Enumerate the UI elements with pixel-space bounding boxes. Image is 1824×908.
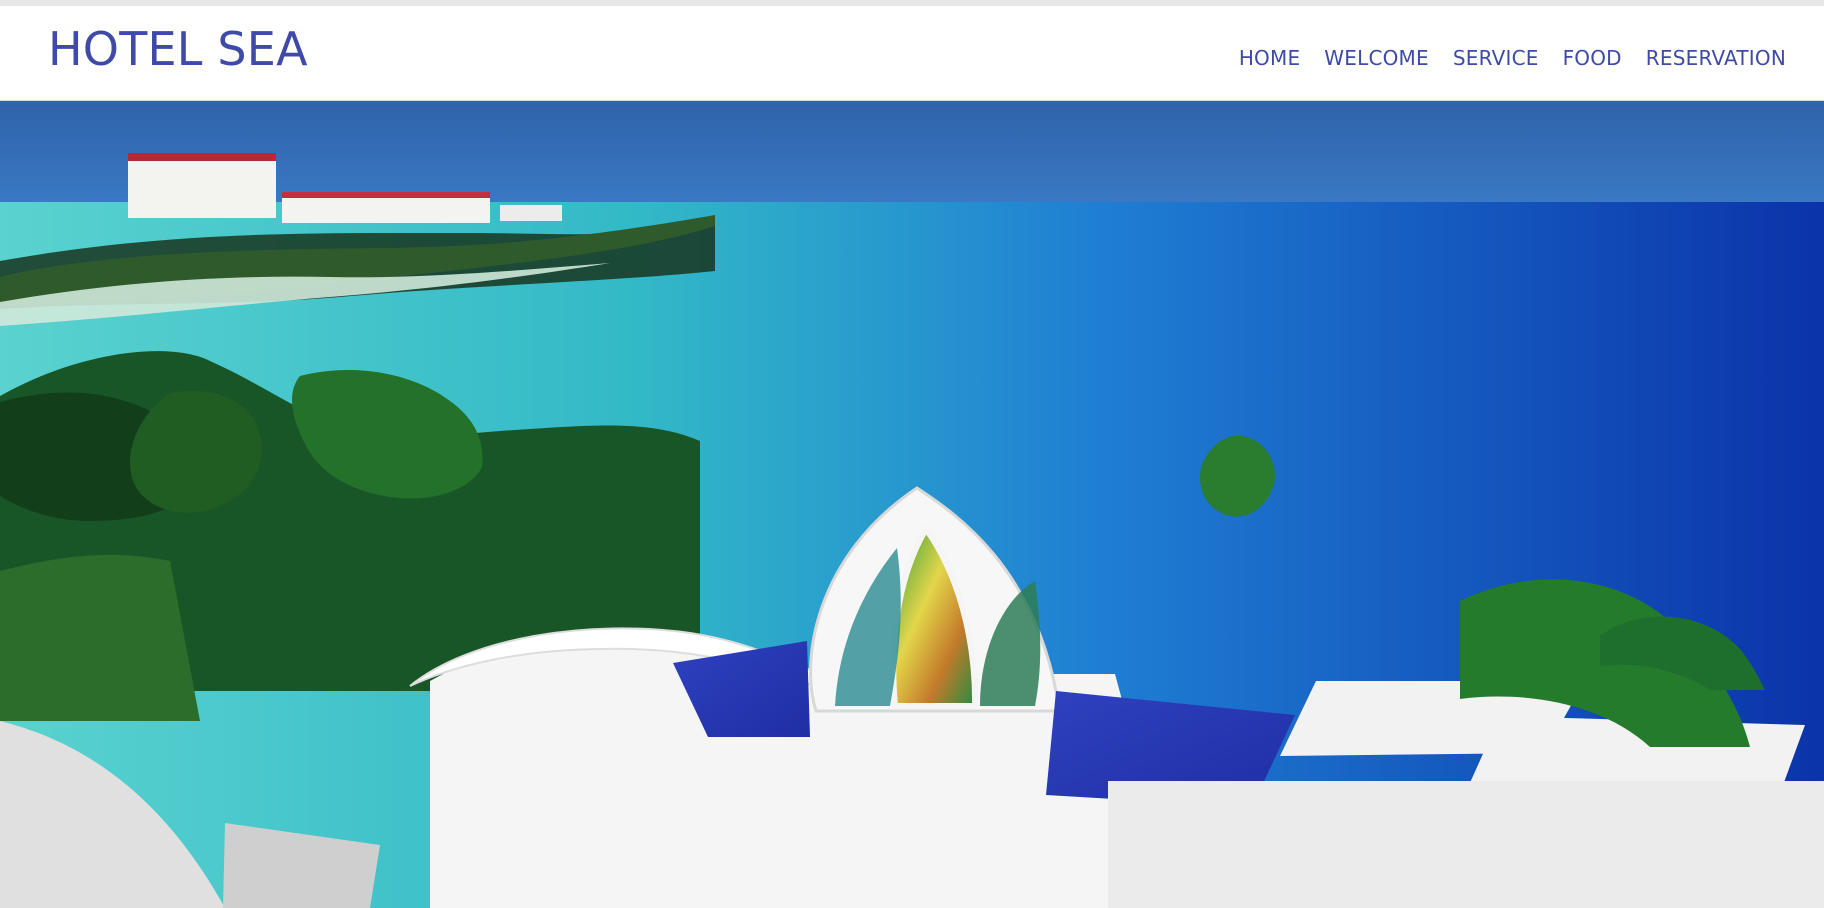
nav-home[interactable]: HOME (1239, 48, 1300, 68)
site-header: HOTEL SEA HOME WELCOME SERVICE FOOD RESE… (0, 6, 1824, 101)
hotel-building-left (128, 158, 276, 218)
nav-food[interactable]: FOOD (1563, 48, 1622, 68)
hero-seaside-scene (0, 101, 1824, 908)
hotel-roof-middle (282, 192, 490, 198)
sports-court-area (0, 554, 200, 721)
main-navigation: HOME WELCOME SERVICE FOOD RESERVATION (1239, 48, 1786, 68)
hotel-building-middle (282, 197, 490, 223)
site-logo[interactable]: HOTEL SEA (48, 26, 308, 72)
hotel-building-right (500, 205, 562, 221)
lower-building-block (1108, 781, 1824, 908)
nav-welcome[interactable]: WELCOME (1324, 48, 1429, 68)
hero-image (0, 101, 1824, 908)
nav-reservation[interactable]: RESERVATION (1646, 48, 1786, 68)
nav-service[interactable]: SERVICE (1453, 48, 1539, 68)
hotel-roof-left (128, 153, 276, 161)
